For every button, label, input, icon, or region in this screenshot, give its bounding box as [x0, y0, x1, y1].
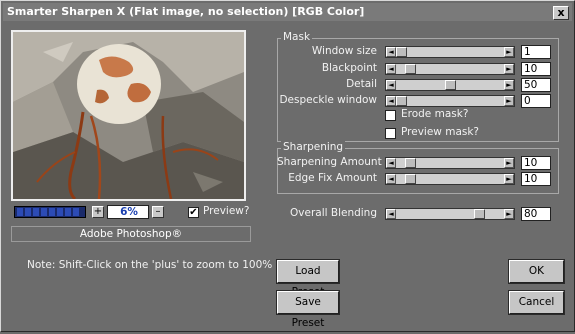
preview-checkbox-label: Preview? — [203, 205, 250, 217]
erode-mask-label: Erode mask? — [401, 108, 469, 120]
arrow-right-icon[interactable]: ► — [504, 209, 514, 219]
progress-segment — [73, 208, 79, 216]
sharpening-amount-label: Sharpening Amount — [277, 156, 382, 168]
edge-fix-amount-field[interactable]: 10 — [521, 172, 551, 186]
arrow-left-icon[interactable]: ◄ — [386, 96, 396, 106]
progress-segment — [33, 208, 39, 216]
overall-blending-field[interactable]: 80 — [521, 207, 551, 221]
dialog-window: Smarter Sharpen X (Flat image, no select… — [0, 0, 575, 332]
arrow-left-icon[interactable]: ◄ — [386, 174, 396, 184]
preview-image[interactable] — [11, 30, 246, 201]
slider-thumb[interactable] — [405, 64, 416, 74]
despeckle-window-label: Despeckle window — [279, 94, 377, 106]
load-preset-button[interactable]: Load Preset — [276, 259, 340, 298]
detail-slider[interactable]: ◄ ► — [385, 79, 515, 91]
checkmark-icon: ✔ — [189, 207, 198, 218]
arrow-right-icon[interactable]: ► — [504, 80, 514, 90]
edge-fix-amount-label: Edge Fix Amount — [288, 172, 377, 184]
preview-mask-label: Preview mask? — [401, 126, 479, 138]
sharpening-amount-slider[interactable]: ◄ ► — [385, 157, 515, 169]
blackpoint-label: Blackpoint — [321, 62, 377, 74]
slider-thumb[interactable] — [445, 80, 456, 90]
progress-bar — [14, 206, 86, 218]
despeckle-window-field[interactable]: 0 — [521, 94, 551, 108]
slider-thumb[interactable] — [405, 174, 416, 184]
progress-segment — [57, 208, 63, 216]
blackpoint-slider[interactable]: ◄ ► — [385, 63, 515, 75]
edge-fix-amount-slider[interactable]: ◄ ► — [385, 173, 515, 185]
title-bar[interactable]: Smarter Sharpen X (Flat image, no select… — [3, 3, 572, 21]
minus-icon: – — [155, 206, 161, 217]
overall-blending-label: Overall Blending — [290, 207, 377, 219]
zoom-note: Note: Shift-Click on the 'plus' to zoom … — [27, 259, 273, 271]
preview-mask-checkbox[interactable] — [385, 128, 396, 139]
despeckle-window-slider[interactable]: ◄ ► — [385, 95, 515, 107]
sharpening-group-label: Sharpening — [281, 141, 346, 153]
ok-button[interactable]: OK — [508, 259, 565, 284]
zoom-out-button[interactable]: – — [152, 206, 164, 218]
arrow-right-icon[interactable]: ► — [504, 64, 514, 74]
cancel-button[interactable]: Cancel — [508, 290, 565, 315]
adobe-photoshop-label: Adobe Photoshop® — [11, 226, 251, 242]
window-title: Smarter Sharpen X (Flat image, no select… — [7, 5, 365, 18]
arrow-left-icon[interactable]: ◄ — [386, 158, 396, 168]
detail-label: Detail — [346, 78, 377, 90]
slider-thumb[interactable] — [405, 158, 416, 168]
sharpening-group — [277, 148, 559, 194]
close-icon: x — [557, 6, 565, 19]
mask-group-label: Mask — [281, 31, 313, 43]
window-size-slider[interactable]: ◄ ► — [385, 46, 515, 58]
preview-checkbox[interactable]: ✔ — [188, 207, 199, 218]
arrow-right-icon[interactable]: ► — [504, 174, 514, 184]
progress-segment — [65, 208, 71, 216]
detail-field[interactable]: 50 — [521, 78, 551, 92]
progress-segment — [41, 208, 47, 216]
sharpening-amount-field[interactable]: 10 — [521, 156, 551, 170]
zoom-in-button[interactable]: + — [92, 206, 104, 218]
preview-photo — [13, 32, 244, 199]
arrow-left-icon[interactable]: ◄ — [386, 47, 396, 57]
progress-segment — [17, 208, 23, 216]
progress-segment — [49, 208, 55, 216]
close-button[interactable]: x — [553, 6, 569, 20]
plus-icon: + — [93, 206, 103, 217]
slider-thumb[interactable] — [396, 96, 407, 106]
window-size-field[interactable]: 1 — [521, 45, 551, 59]
arrow-right-icon[interactable]: ► — [504, 96, 514, 106]
erode-mask-checkbox[interactable] — [385, 110, 396, 121]
arrow-left-icon[interactable]: ◄ — [386, 64, 396, 74]
window-size-label: Window size — [311, 45, 377, 57]
arrow-left-icon[interactable]: ◄ — [386, 80, 396, 90]
blackpoint-field[interactable]: 10 — [521, 62, 551, 76]
arrow-left-icon[interactable]: ◄ — [386, 209, 396, 219]
zoom-field[interactable]: 6% — [107, 205, 149, 219]
overall-blending-slider[interactable]: ◄ ► — [385, 208, 515, 220]
progress-segment — [25, 208, 31, 216]
slider-thumb[interactable] — [396, 47, 407, 57]
arrow-right-icon[interactable]: ► — [504, 47, 514, 57]
save-preset-button[interactable]: Save Preset — [276, 290, 340, 329]
arrow-right-icon[interactable]: ► — [504, 158, 514, 168]
slider-thumb[interactable] — [474, 209, 485, 219]
